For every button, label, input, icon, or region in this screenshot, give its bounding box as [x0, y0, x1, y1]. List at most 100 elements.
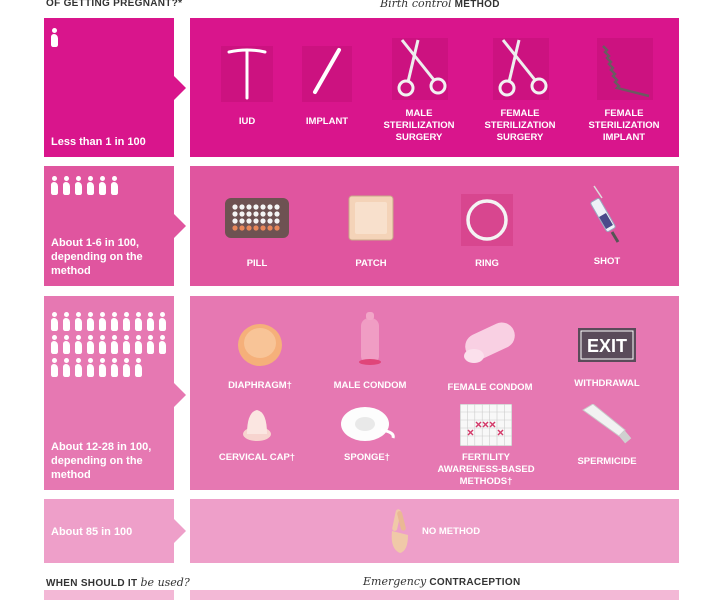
pregnant-woman-icon [74, 335, 84, 355]
sponge-icon [337, 404, 397, 442]
method-female-condom: FEMALE CONDOM [440, 318, 540, 394]
exit-sign-text: EXIT [587, 336, 627, 356]
method-sponge: SPONGE† [317, 404, 417, 464]
method-female-sterilization-implant: FEMALE STERILIZATION IMPLANT [574, 36, 674, 144]
pregnancy-icons [50, 312, 174, 381]
tier-4-rate-panel: About 85 in 100 [44, 499, 174, 563]
pregnant-woman-icon [86, 312, 96, 332]
tier-3-methods-panel: DIAPHRAGM† MALE CONDOM FEMALE CONDOM EXI… [190, 296, 679, 490]
method-label: DIAPHRAGM† [228, 380, 292, 391]
method-label: SPERMICIDE [577, 456, 637, 467]
syringe-icon [582, 184, 632, 244]
method-label: FERTILITY AWARENESS-BASED METHODS† [437, 452, 535, 487]
pregnant-woman-icon [134, 335, 144, 355]
female-condom-icon [460, 318, 520, 368]
crossed-fingers-icon [388, 507, 412, 555]
method-ring: RING [437, 194, 537, 270]
pregnant-woman-icon [98, 176, 108, 196]
method-pill: PILL [207, 194, 307, 270]
method-label: NO METHOD [422, 525, 481, 537]
tier-3-rate: About 12-28 in 100, depending on the met… [51, 441, 152, 481]
pregnant-woman-icon [50, 312, 60, 332]
method-label: PATCH [355, 258, 387, 269]
tier-2-rate-panel: About 1-6 in 100, depending on the metho… [44, 166, 174, 286]
pregnant-woman-icon [122, 358, 132, 378]
coil-icon [589, 36, 659, 102]
method-label: CERVICAL CAP† [218, 452, 296, 463]
pregnant-woman-icon [158, 335, 168, 355]
method-implant: IMPLANT [277, 40, 377, 128]
tier-1-arrow [174, 76, 186, 100]
method-label: MALE CONDOM [333, 380, 407, 391]
pregnant-woman-icon [62, 312, 72, 332]
pregnancy-icons [50, 28, 174, 51]
method-spermicide: SPERMICIDE [557, 404, 657, 468]
pregnant-woman-icon [50, 176, 60, 196]
section-header-when-used: WHEN SHOULD IT be used? [46, 576, 190, 589]
pill-pack-icon [225, 194, 289, 242]
pregnancy-icons [50, 176, 174, 199]
pregnant-woman-icon [74, 176, 84, 196]
method-label: WITHDRAWAL [574, 378, 640, 389]
pregnant-woman-icon [122, 312, 132, 332]
method-label: PILL [246, 258, 268, 269]
method-label: SHOT [593, 256, 621, 267]
tier-3-rate-panel: About 12-28 in 100, depending on the met… [44, 296, 174, 490]
pregnant-woman-icon [110, 358, 120, 378]
pregnant-woman-icon [98, 335, 108, 355]
method-label: FEMALE STERILIZATION IMPLANT [588, 108, 660, 143]
pregnant-woman-icon [62, 358, 72, 378]
tier-2-methods-panel: PILL PATCH RING SHOT [190, 166, 679, 286]
pregnant-woman-icon [50, 358, 60, 378]
method-cervical-cap: CERVICAL CAP† [207, 406, 307, 464]
section-header-emergency-script: Emergency [363, 575, 427, 588]
method-label: SPONGE† [344, 452, 390, 463]
pregnant-woman-icon [62, 335, 72, 355]
diaphragm-icon [235, 322, 285, 368]
iud-icon [217, 40, 277, 102]
tier-2-rate: About 1-6 in 100, depending on the metho… [51, 237, 143, 277]
tier-3-arrow [174, 383, 186, 407]
tier-4-rate: About 85 in 100 [51, 526, 133, 538]
tier-4-methods-panel: NO METHOD [190, 499, 679, 563]
method-withdrawal: EXIT WITHDRAWAL [557, 328, 657, 390]
pregnant-woman-icon [62, 176, 72, 196]
implant-icon [297, 40, 357, 102]
scissors-icon [384, 36, 454, 102]
pregnant-woman-icon [134, 358, 144, 378]
pregnant-woman-icon [158, 312, 168, 332]
scissors-icon [485, 36, 555, 102]
tier-1-rate-panel: Less than 1 in 100 [44, 18, 174, 157]
column-header-method-script: Birth control [380, 0, 452, 10]
tier-4-arrow [174, 519, 186, 543]
ring-icon [459, 194, 515, 246]
method-female-sterilization-surgery: FEMALE STERILIZATION SURGERY [470, 36, 570, 144]
method-label: MALE STERILIZATION SURGERY [383, 108, 455, 143]
column-header-method: Birth control METHOD [380, 0, 500, 10]
pregnant-woman-icon [98, 358, 108, 378]
method-patch: PATCH [321, 194, 421, 270]
cervical-cap-icon [237, 406, 277, 442]
column-header-method-rest: METHOD [454, 0, 500, 10]
calendar-icon [460, 404, 512, 446]
section-header-when-used-script: be used? [140, 576, 190, 589]
pregnant-woman-icon [74, 358, 84, 378]
pregnant-woman-icon [122, 335, 132, 355]
patch-icon [345, 194, 397, 242]
section-header-emergency-rest: CONTRACEPTION [429, 577, 521, 588]
tier-1-methods-panel: IUD IMPLANT MALE STERILIZATION SURGERY F… [190, 18, 679, 157]
pregnant-woman-icon [86, 176, 96, 196]
pregnant-woman-icon [86, 358, 96, 378]
method-label: RING [475, 258, 499, 269]
method-fertility-awareness: FERTILITY AWARENESS-BASED METHODS† [436, 404, 536, 488]
pregnant-woman-icon [110, 312, 120, 332]
section-header-when-used-rest: WHEN SHOULD IT [46, 578, 138, 589]
tube-icon [579, 404, 635, 446]
method-label: FEMALE STERILIZATION SURGERY [484, 108, 556, 143]
pregnant-woman-icon [50, 28, 60, 48]
pregnant-woman-icon [98, 312, 108, 332]
pregnant-woman-icon [74, 312, 84, 332]
emergency-left-bar [44, 590, 174, 600]
exit-sign-icon: EXIT [578, 328, 636, 362]
method-label: FEMALE CONDOM [447, 382, 533, 393]
